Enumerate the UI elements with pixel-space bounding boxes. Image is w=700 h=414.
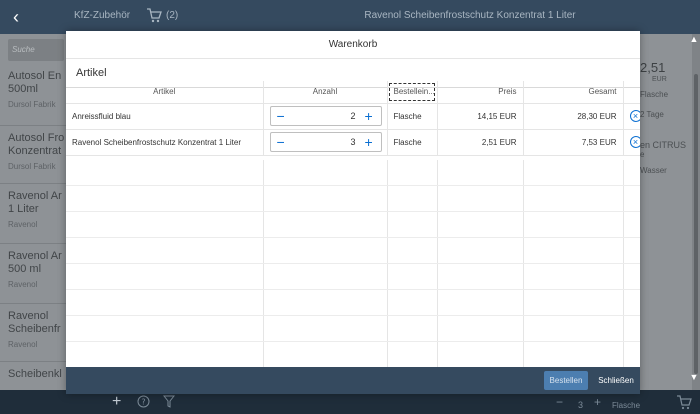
grid-line xyxy=(66,185,640,186)
order-button[interactable]: Bestellen xyxy=(544,371,588,390)
quantity-value[interactable]: 3 xyxy=(351,137,356,147)
list-item[interactable]: Scheibenkl xyxy=(0,362,66,390)
list-item-title-2: Konzentrat xyxy=(8,145,62,157)
cell-unit: Flasche xyxy=(387,103,438,130)
detail-line: Wasser xyxy=(640,166,667,175)
list-item-title: Ravenol xyxy=(8,310,49,322)
cart-table: Artikel Anzahl Bestellein... Preis Gesam… xyxy=(66,81,640,156)
detail-line: e xyxy=(640,150,645,159)
list-item[interactable]: Autosol Fro Konzentrat Dursol Fabrik xyxy=(0,126,66,184)
remove-circle-icon[interactable]: × xyxy=(629,136,640,148)
filter-icon[interactable] xyxy=(163,395,175,408)
cell-qty: − 2 + xyxy=(263,103,388,130)
scroll-down-icon[interactable]: ▼ xyxy=(688,372,700,384)
list-item-sub: Dursol Fabrik xyxy=(8,162,56,171)
list-item-title: Autosol Fro xyxy=(8,132,65,144)
cart-dialog: Warenkorb Artikel Artikel Anzahl Bestell… xyxy=(66,31,640,394)
table-row[interactable]: Ravenol Scheibenfrostschutz Konzentrat 1… xyxy=(66,129,640,156)
table-header: Artikel Anzahl Bestellein... Preis Gesam… xyxy=(66,81,640,104)
back-chevron-icon[interactable]: ‹ xyxy=(6,6,26,28)
footer-plus-icon[interactable]: + xyxy=(594,394,601,410)
list-item-sub: Ravenol xyxy=(8,280,38,289)
col-header-total[interactable]: Gesamt xyxy=(523,81,624,104)
dialog-title: Warenkorb xyxy=(66,31,640,59)
grid-line xyxy=(66,263,640,264)
detail-panel: 2,51 EUR Flasche 2 Tage en CITRUS e Wass… xyxy=(640,34,700,390)
scroll-up-icon[interactable]: ▲ xyxy=(688,34,700,46)
footer-minus-icon[interactable]: − xyxy=(556,394,563,410)
svg-text:?: ? xyxy=(141,398,145,407)
app-header: ‹ KfZ-Zubehör (2) Ravenol Scheibenfrosts… xyxy=(0,0,700,34)
detail-line: 2 Tage xyxy=(640,110,664,119)
footer-qty[interactable]: 3 xyxy=(578,397,583,413)
minus-icon[interactable]: − xyxy=(277,135,285,149)
cart-icon[interactable] xyxy=(146,7,162,23)
list-item-title: Ravenol Ar xyxy=(8,250,62,262)
quantity-value[interactable]: 2 xyxy=(351,111,356,121)
table-row[interactable]: Anreissfluid blau − 2 + Flasche 14,15 EU… xyxy=(66,103,640,130)
cell-article: Anreissfluid blau xyxy=(66,103,264,130)
cell-price: 2,51 EUR xyxy=(437,129,524,156)
cell-total: 28,30 EUR xyxy=(523,103,624,130)
cell-total: 7,53 EUR xyxy=(523,129,624,156)
detail-unit: EUR xyxy=(652,76,667,83)
list-item[interactable]: Ravenol Ar 1 Liter Ravenol xyxy=(0,184,66,244)
list-item-title-2: Scheibenfr xyxy=(8,323,61,335)
plus-icon[interactable]: + xyxy=(112,394,121,410)
list-item-title-2: 1 Liter xyxy=(8,203,39,215)
cell-action: × xyxy=(623,129,640,156)
product-list: Suche Autosol En 500ml Dursol Fabrik Aut… xyxy=(0,34,66,390)
remove-circle-icon[interactable]: × xyxy=(629,110,640,122)
list-item-sub: Ravenol xyxy=(8,340,38,349)
col-header-unit[interactable]: Bestellein... xyxy=(387,81,438,104)
minus-icon[interactable]: − xyxy=(277,109,285,123)
grid-line xyxy=(66,315,640,316)
detail-line: Flasche xyxy=(640,90,669,99)
list-item-title: Autosol En xyxy=(8,70,62,82)
list-item[interactable]: Ravenol Scheibenfr Ravenol xyxy=(0,304,66,362)
close-button[interactable]: Schließen xyxy=(594,371,638,390)
list-item-title: Ravenol Ar xyxy=(8,190,62,202)
grid-line xyxy=(66,289,640,290)
grid-line xyxy=(66,237,640,238)
quantity-stepper[interactable]: − 3 + xyxy=(269,132,382,152)
footer-unit[interactable]: Flasche xyxy=(612,398,640,414)
search-input[interactable]: Suche xyxy=(8,39,64,61)
grid-line xyxy=(66,341,640,342)
cell-price: 14,15 EUR xyxy=(437,103,524,130)
dialog-footer: Bestellen Schließen xyxy=(66,367,640,394)
list-item-sub: Dursol Fabrik xyxy=(8,100,56,109)
plus-icon[interactable]: + xyxy=(365,108,373,124)
cell-qty: − 3 + xyxy=(263,129,388,156)
list-item[interactable]: Autosol En 500ml Dursol Fabrik xyxy=(0,64,66,126)
list-item[interactable]: Ravenol Ar 500 ml Ravenol xyxy=(0,244,66,304)
help-circle-icon[interactable]: ? xyxy=(137,395,150,408)
cell-article: Ravenol Scheibenfrostschutz Konzentrat 1… xyxy=(66,129,264,156)
cell-action: × xyxy=(623,103,640,130)
detail-price: 2,51 xyxy=(640,60,666,75)
cell-unit: Flasche xyxy=(387,129,438,156)
scrollbar-thumb[interactable] xyxy=(694,74,698,374)
detail-line: en CITRUS xyxy=(640,140,687,150)
plus-icon[interactable]: + xyxy=(365,134,373,150)
col-header-price[interactable]: Preis xyxy=(437,81,524,104)
list-item-title: Scheibenkl xyxy=(8,368,62,380)
list-item-sub: Ravenol xyxy=(8,220,38,229)
breadcrumb[interactable]: KfZ-Zubehör xyxy=(74,10,130,21)
scrollbar[interactable] xyxy=(692,34,700,390)
quantity-stepper[interactable]: − 2 + xyxy=(269,106,382,126)
empty-table-area xyxy=(66,160,640,367)
list-item-title-2: 500ml xyxy=(8,83,38,95)
col-header-action xyxy=(623,81,640,104)
col-header-article[interactable]: Artikel xyxy=(66,81,264,104)
add-to-cart-icon[interactable] xyxy=(676,394,692,410)
col-header-qty[interactable]: Anzahl xyxy=(263,81,388,104)
grid-line xyxy=(66,211,640,212)
page-title: Ravenol Scheibenfrostschutz Konzentrat 1… xyxy=(364,10,576,21)
list-item-title-2: 500 ml xyxy=(8,263,42,275)
cart-count: (2) xyxy=(166,10,179,21)
